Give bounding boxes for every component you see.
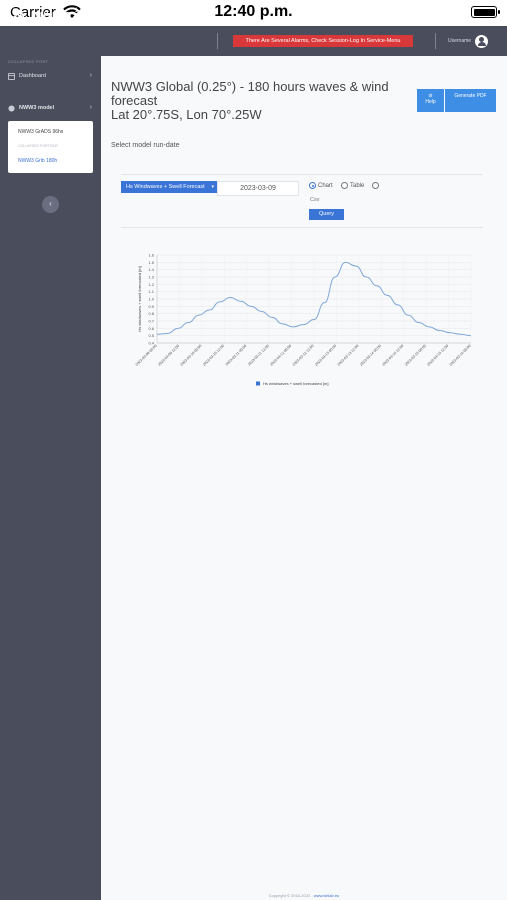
forecast-chart-svg: 1.61.51.41.31.21.11.00.90.80.70.60.50.42… (135, 253, 472, 387)
page-title: NWW3 Global (0.25°) - 180 hours waves & … (111, 80, 411, 122)
page-title-line2: Lat 20°.75S, Lon 70°.25W (111, 107, 262, 122)
username-label: Username (448, 38, 472, 44)
y-tick-label: 1.5 (148, 260, 154, 265)
alarm-alert-button[interactable]: There Are Several Alarms, Check Session-… (233, 35, 413, 47)
radio-label: Table (350, 182, 365, 189)
y-tick-label: 0.8 (148, 311, 154, 316)
x-tick-label: 2023-03-10 12:00 (202, 344, 225, 367)
y-tick-label: 1.3 (148, 275, 154, 280)
y-tick-label: 1.0 (148, 297, 154, 302)
form-divider (121, 227, 483, 228)
waves-logo-icon (12, 8, 25, 21)
submenu-heading: COLLAPSED PORTSIDE (18, 144, 58, 148)
help-button[interactable]: ⊘ Help (417, 89, 444, 112)
y-tick-label: 1.6 (148, 253, 154, 258)
chevron-right-icon: › (89, 104, 92, 111)
legend-swatch (256, 381, 260, 386)
nww3-submenu: NWW3 GrADS 96hs COLLAPSED PORTSIDE NWW3 … (8, 121, 93, 173)
form-divider (121, 174, 483, 175)
y-axis-label: Hs windwaves + swell forecasted [m] (137, 266, 142, 331)
y-tick-label: 0.5 (148, 333, 154, 338)
footer: Copyright © 2016-2022 - www.whlab.eu (101, 893, 507, 898)
x-tick-label: 2023-03-15 12:00 (426, 344, 449, 367)
generate-pdf-button[interactable]: Generate PDF (445, 89, 496, 112)
user-avatar-icon[interactable] (475, 34, 489, 48)
legend-label: Hs windwaves + swell forecasted [m] (263, 381, 328, 386)
dropdown-value: Hs Windwaves + Swell Forecast (126, 184, 205, 190)
globe-icon (8, 104, 15, 112)
radio-icon (372, 182, 379, 189)
variable-dropdown[interactable]: Hs Windwaves + Swell Forecast ▾ (121, 181, 217, 193)
x-tick-label: 2023-03-13 12:00 (337, 344, 360, 367)
radio-selected-icon (309, 182, 316, 189)
x-tick-label: 2023-03-09 00:00 (135, 344, 158, 367)
radio-label: Chart (318, 182, 333, 189)
y-tick-label: 1.4 (148, 267, 154, 272)
help-label: Help (425, 99, 436, 105)
sidebar-item-label: Dashboard (19, 73, 46, 79)
submenu-item-grads[interactable]: NWW3 GrADS 96hs (18, 129, 63, 135)
header-divider (435, 33, 436, 49)
sidebar-section-label: COLLAPSED PORT (8, 59, 49, 64)
x-tick-label: 2023-03-14 12:00 (382, 344, 405, 367)
user-menu[interactable]: Username (448, 34, 489, 48)
radio-icon (341, 182, 348, 189)
select-run-date-label: Select model run-date (111, 142, 180, 149)
query-button[interactable]: Query (309, 209, 344, 220)
run-date-input[interactable]: 2023-03-09 (217, 181, 299, 196)
x-tick-label: 2023-03-09 12:00 (157, 344, 180, 367)
x-tick-label: 2023-03-12 12:00 (292, 344, 315, 367)
footer-link[interactable]: www.whlab.eu (314, 893, 340, 898)
forecast-chart: 1.6 1.5 1.4 1.3 1.2 1.1 1.0 0.9 0.8 0.7 0.6 0.5 0.4 2… (129, 247, 479, 395)
chevron-left-icon: ‹ (49, 199, 52, 208)
x-tick-label: 2023-03-10 00:00 (180, 344, 203, 367)
y-tick-label: 0.7 (148, 319, 154, 324)
y-tick-label: 0.9 (148, 304, 154, 309)
brand-name: WHYDRO (32, 10, 72, 20)
header-divider (217, 33, 218, 49)
radio-table[interactable]: Table (341, 182, 364, 189)
sidebar-item-dashboard[interactable]: Dashboard › (8, 70, 94, 82)
radio-csv[interactable] (372, 182, 381, 189)
generate-pdf-label: Generate PDF (454, 93, 487, 99)
footer-text: Copyright © 2016-2022 - (268, 893, 314, 898)
battery-icon (471, 6, 500, 18)
chevron-right-icon: › (89, 72, 92, 79)
sidebar: COLLAPSED PORT Dashboard › NWW3 model › … (0, 56, 101, 900)
x-tick-label: 2023-03-11 12:00 (247, 344, 270, 367)
y-tick-label: 1.2 (148, 282, 154, 287)
x-tick-label: 2023-03-12 00:00 (269, 344, 292, 367)
x-tick-label: 2023-03-16 00:00 (449, 344, 472, 367)
sidebar-item-nww3-model[interactable]: NWW3 model › (8, 102, 94, 114)
submenu-item-grib[interactable]: NWW3 Grib 180h (18, 158, 57, 164)
caret-down-icon: ▾ (211, 184, 214, 190)
dashboard-icon (8, 72, 15, 80)
sidebar-item-label: NWW3 model (19, 105, 55, 111)
x-tick-label: 2023-03-15 00:00 (404, 344, 427, 367)
page-title-line1: NWW3 Global (0.25°) - 180 hours waves & … (111, 79, 389, 108)
y-tick-label: 0.6 (148, 326, 154, 331)
x-tick-label: 2023-03-11 00:00 (225, 344, 248, 367)
radio-chart[interactable]: Chart (309, 182, 333, 189)
app-logo[interactable]: WHYDRO 1.1 (10, 7, 83, 23)
radio-label-csv: Csv (310, 197, 320, 203)
sidebar-collapse-button[interactable]: ‹ (42, 196, 59, 213)
y-tick-label: 1.1 (148, 289, 154, 294)
x-tick-label: 2023-03-13 00:00 (314, 344, 337, 367)
brand-version: 1.1 (74, 8, 83, 14)
x-tick-label: 2023-03-14 00:00 (359, 344, 382, 367)
